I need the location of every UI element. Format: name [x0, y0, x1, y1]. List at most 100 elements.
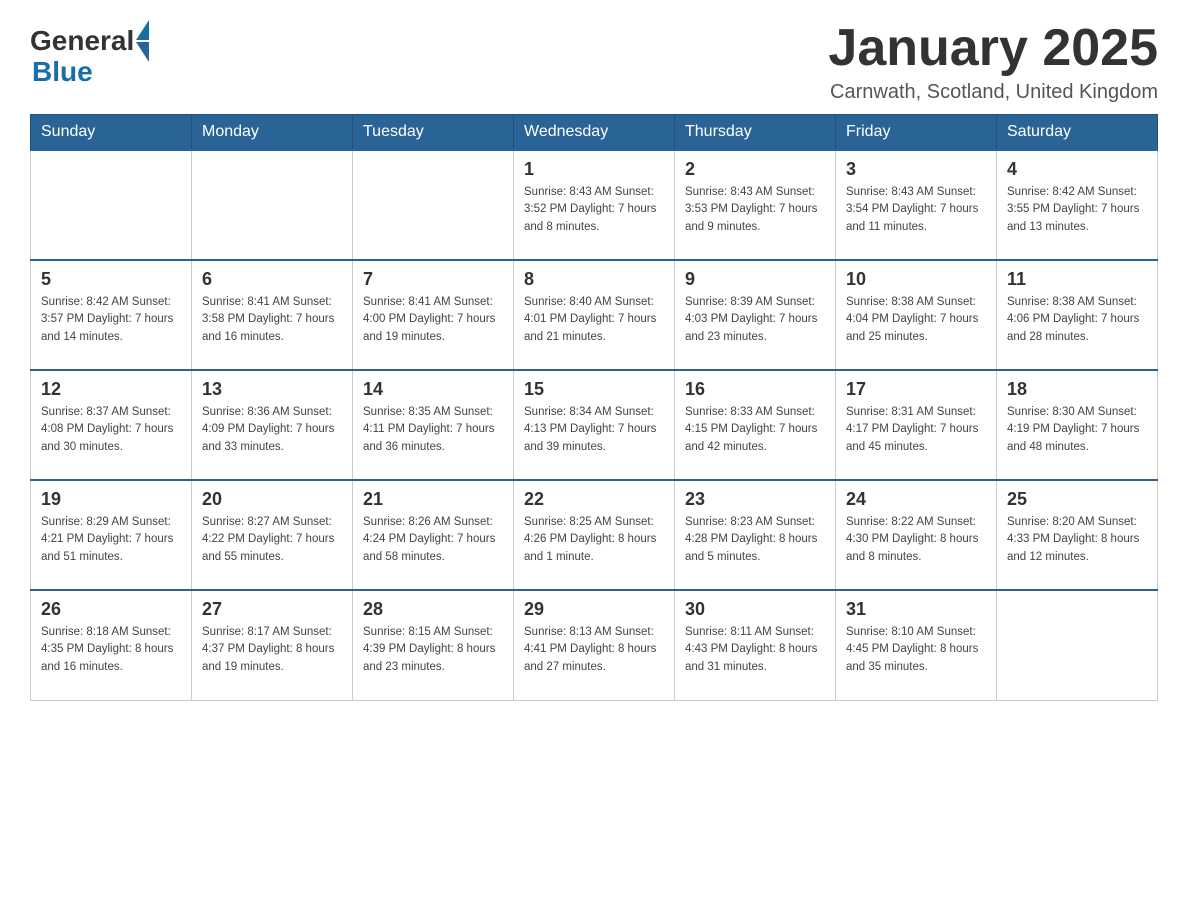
logo: General Blue [30, 20, 149, 88]
calendar-table: SundayMondayTuesdayWednesdayThursdayFrid… [30, 114, 1158, 701]
day-info: Sunrise: 8:15 AM Sunset: 4:39 PM Dayligh… [363, 624, 503, 676]
calendar-cell [31, 150, 192, 260]
day-number: 26 [41, 599, 181, 620]
calendar-cell: 27 Sunrise: 8:17 AM Sunset: 4:37 PM Dayli… [192, 590, 353, 700]
calendar-cell: 23 Sunrise: 8:23 AM Sunset: 4:28 PM Dayli… [675, 480, 836, 590]
day-info: Sunrise: 8:25 AM Sunset: 4:26 PM Dayligh… [524, 514, 664, 566]
day-info: Sunrise: 8:33 AM Sunset: 4:15 PM Dayligh… [685, 404, 825, 456]
day-number: 31 [846, 599, 986, 620]
calendar-week-row: 5 Sunrise: 8:42 AM Sunset: 3:57 PM Daylig… [31, 260, 1158, 370]
day-number: 17 [846, 379, 986, 400]
day-number: 18 [1007, 379, 1147, 400]
day-number: 11 [1007, 269, 1147, 290]
day-number: 28 [363, 599, 503, 620]
day-info: Sunrise: 8:13 AM Sunset: 4:41 PM Dayligh… [524, 624, 664, 676]
day-info: Sunrise: 8:22 AM Sunset: 4:30 PM Dayligh… [846, 514, 986, 566]
day-info: Sunrise: 8:35 AM Sunset: 4:11 PM Dayligh… [363, 404, 503, 456]
day-info: Sunrise: 8:40 AM Sunset: 4:01 PM Dayligh… [524, 294, 664, 346]
day-info: Sunrise: 8:31 AM Sunset: 4:17 PM Dayligh… [846, 404, 986, 456]
calendar-cell: 6 Sunrise: 8:41 AM Sunset: 3:58 PM Daylig… [192, 260, 353, 370]
day-info: Sunrise: 8:10 AM Sunset: 4:45 PM Dayligh… [846, 624, 986, 676]
day-info: Sunrise: 8:43 AM Sunset: 3:53 PM Dayligh… [685, 184, 825, 236]
weekday-header-row: SundayMondayTuesdayWednesdayThursdayFrid… [31, 115, 1158, 151]
calendar-cell: 21 Sunrise: 8:26 AM Sunset: 4:24 PM Dayli… [353, 480, 514, 590]
calendar-cell: 4 Sunrise: 8:42 AM Sunset: 3:55 PM Daylig… [997, 150, 1158, 260]
day-info: Sunrise: 8:41 AM Sunset: 3:58 PM Dayligh… [202, 294, 342, 346]
calendar-cell: 2 Sunrise: 8:43 AM Sunset: 3:53 PM Daylig… [675, 150, 836, 260]
calendar-cell: 17 Sunrise: 8:31 AM Sunset: 4:17 PM Dayli… [836, 370, 997, 480]
calendar-cell: 7 Sunrise: 8:41 AM Sunset: 4:00 PM Daylig… [353, 260, 514, 370]
day-number: 16 [685, 379, 825, 400]
calendar-cell: 29 Sunrise: 8:13 AM Sunset: 4:41 PM Dayli… [514, 590, 675, 700]
day-info: Sunrise: 8:27 AM Sunset: 4:22 PM Dayligh… [202, 514, 342, 566]
calendar-cell: 12Sunrise: 8:37 AM Sunset: 4:08 PM Dayli… [31, 370, 192, 480]
day-number: 20 [202, 489, 342, 510]
day-number: 8 [524, 269, 664, 290]
day-info: Sunrise: 8:34 AM Sunset: 4:13 PM Dayligh… [524, 404, 664, 456]
calendar-week-row: 1Sunrise: 8:43 AM Sunset: 3:52 PM Daylig… [31, 150, 1158, 260]
day-number: 13 [202, 379, 342, 400]
title-section: January 2025 Carnwath, Scotland, United … [828, 20, 1158, 104]
day-info: Sunrise: 8:38 AM Sunset: 4:04 PM Dayligh… [846, 294, 986, 346]
day-number: 12 [41, 379, 181, 400]
day-number: 14 [363, 379, 503, 400]
calendar-cell: 10 Sunrise: 8:38 AM Sunset: 4:04 PM Dayli… [836, 260, 997, 370]
calendar-week-row: 12Sunrise: 8:37 AM Sunset: 4:08 PM Dayli… [31, 370, 1158, 480]
weekday-header-monday: Monday [192, 115, 353, 151]
day-info: Sunrise: 8:17 AM Sunset: 4:37 PM Dayligh… [202, 624, 342, 676]
day-info: Sunrise: 8:23 AM Sunset: 4:28 PM Dayligh… [685, 514, 825, 566]
calendar-cell [997, 590, 1158, 700]
month-title: January 2025 [828, 20, 1158, 77]
calendar-cell: 18 Sunrise: 8:30 AM Sunset: 4:19 PM Dayli… [997, 370, 1158, 480]
day-info: Sunrise: 8:42 AM Sunset: 3:55 PM Dayligh… [1007, 184, 1147, 236]
day-number: 3 [846, 159, 986, 180]
day-number: 19 [41, 489, 181, 510]
day-info: Sunrise: 8:11 AM Sunset: 4:43 PM Dayligh… [685, 624, 825, 676]
weekday-header-friday: Friday [836, 115, 997, 151]
day-number: 29 [524, 599, 664, 620]
calendar-cell: 26Sunrise: 8:18 AM Sunset: 4:35 PM Dayli… [31, 590, 192, 700]
calendar-cell: 15 Sunrise: 8:34 AM Sunset: 4:13 PM Dayli… [514, 370, 675, 480]
day-number: 21 [363, 489, 503, 510]
calendar-cell: 3 Sunrise: 8:43 AM Sunset: 3:54 PM Daylig… [836, 150, 997, 260]
day-number: 7 [363, 269, 503, 290]
day-number: 10 [846, 269, 986, 290]
day-number: 2 [685, 159, 825, 180]
location-text: Carnwath, Scotland, United Kingdom [828, 81, 1158, 104]
calendar-cell: 11 Sunrise: 8:38 AM Sunset: 4:06 PM Dayli… [997, 260, 1158, 370]
day-number: 6 [202, 269, 342, 290]
logo-blue-text: Blue [32, 56, 93, 88]
weekday-header-thursday: Thursday [675, 115, 836, 151]
day-number: 5 [41, 269, 181, 290]
day-number: 27 [202, 599, 342, 620]
day-info: Sunrise: 8:43 AM Sunset: 3:52 PM Dayligh… [524, 184, 664, 236]
weekday-header-sunday: Sunday [31, 115, 192, 151]
calendar-cell: 25Sunrise: 8:20 AM Sunset: 4:33 PM Dayli… [997, 480, 1158, 590]
calendar-week-row: 19Sunrise: 8:29 AM Sunset: 4:21 PM Dayli… [31, 480, 1158, 590]
weekday-header-tuesday: Tuesday [353, 115, 514, 151]
day-info: Sunrise: 8:43 AM Sunset: 3:54 PM Dayligh… [846, 184, 986, 236]
calendar-cell: 16 Sunrise: 8:33 AM Sunset: 4:15 PM Dayli… [675, 370, 836, 480]
day-info: Sunrise: 8:39 AM Sunset: 4:03 PM Dayligh… [685, 294, 825, 346]
calendar-cell: 31 Sunrise: 8:10 AM Sunset: 4:45 PM Dayli… [836, 590, 997, 700]
day-info: Sunrise: 8:36 AM Sunset: 4:09 PM Dayligh… [202, 404, 342, 456]
calendar-cell: 19Sunrise: 8:29 AM Sunset: 4:21 PM Dayli… [31, 480, 192, 590]
day-info: Sunrise: 8:26 AM Sunset: 4:24 PM Dayligh… [363, 514, 503, 566]
weekday-header-saturday: Saturday [997, 115, 1158, 151]
day-number: 30 [685, 599, 825, 620]
day-number: 4 [1007, 159, 1147, 180]
calendar-cell: 24Sunrise: 8:22 AM Sunset: 4:30 PM Dayli… [836, 480, 997, 590]
calendar-cell: 5 Sunrise: 8:42 AM Sunset: 3:57 PM Daylig… [31, 260, 192, 370]
day-info: Sunrise: 8:38 AM Sunset: 4:06 PM Dayligh… [1007, 294, 1147, 346]
calendar-cell: 9 Sunrise: 8:39 AM Sunset: 4:03 PM Daylig… [675, 260, 836, 370]
day-number: 23 [685, 489, 825, 510]
day-info: Sunrise: 8:42 AM Sunset: 3:57 PM Dayligh… [41, 294, 181, 346]
calendar-cell: 13 Sunrise: 8:36 AM Sunset: 4:09 PM Dayli… [192, 370, 353, 480]
day-info: Sunrise: 8:41 AM Sunset: 4:00 PM Dayligh… [363, 294, 503, 346]
calendar-cell [353, 150, 514, 260]
day-number: 9 [685, 269, 825, 290]
day-info: Sunrise: 8:30 AM Sunset: 4:19 PM Dayligh… [1007, 404, 1147, 456]
page-header: General Blue January 2025 Carnwath, Scot… [30, 20, 1158, 104]
calendar-cell: 1Sunrise: 8:43 AM Sunset: 3:52 PM Daylig… [514, 150, 675, 260]
day-number: 15 [524, 379, 664, 400]
